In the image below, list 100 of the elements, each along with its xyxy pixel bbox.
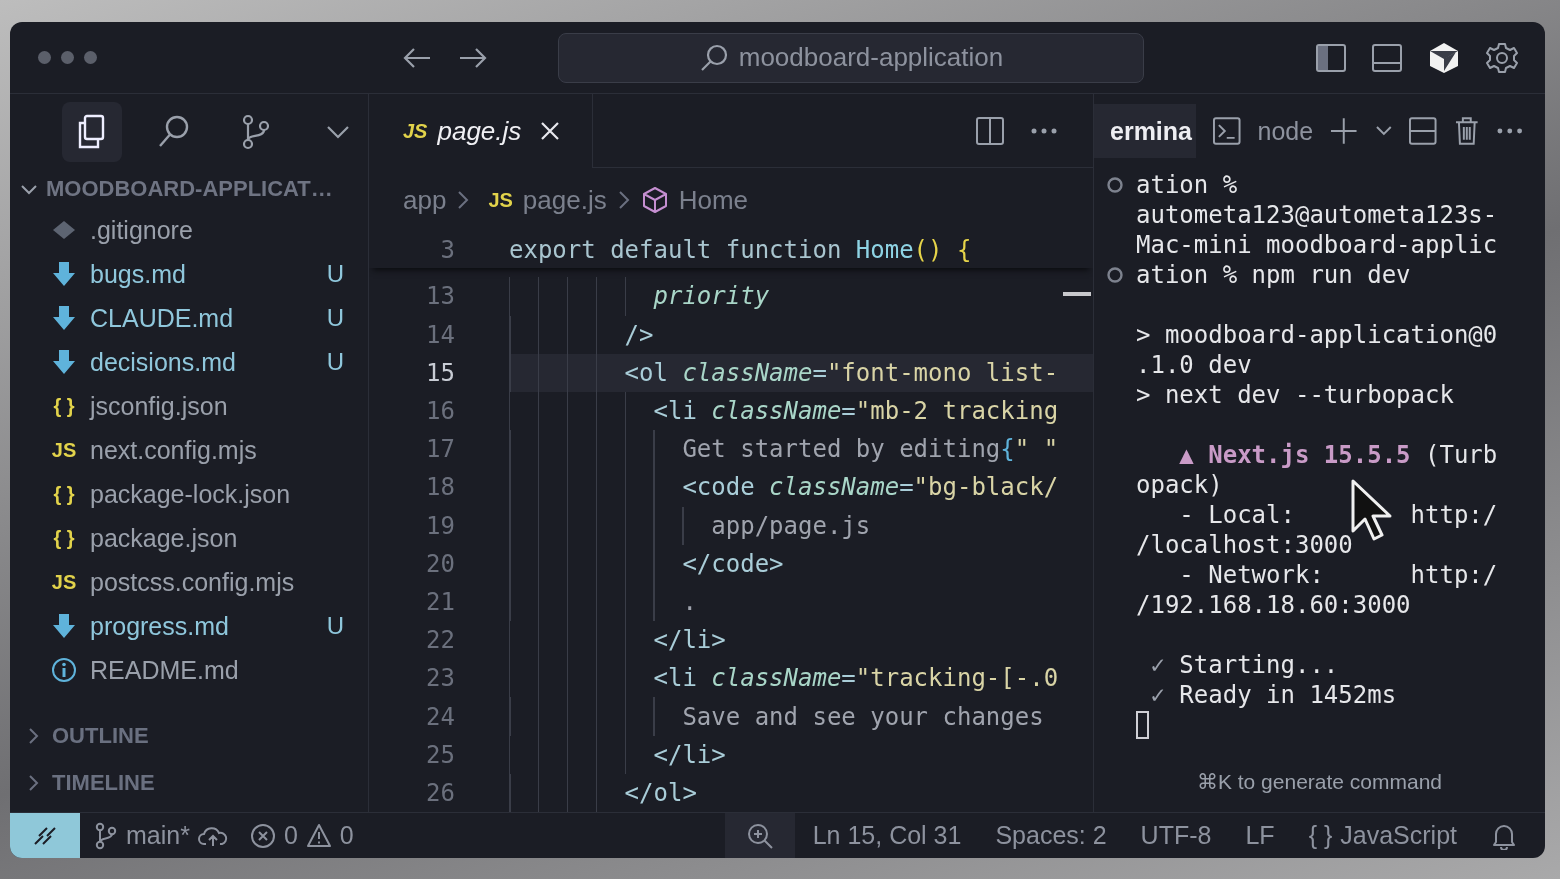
window-control[interactable] <box>38 51 51 64</box>
code-line: /> <box>623 320 654 349</box>
shell-name[interactable]: node <box>1257 116 1314 146</box>
warning-count[interactable]: 0 <box>339 821 354 850</box>
line-number: 17 <box>425 435 455 464</box>
terminal-line: - Local: http:/ <box>1178 501 1498 529</box>
error-count[interactable]: 0 <box>283 821 298 850</box>
window-control[interactable] <box>84 51 97 64</box>
file-type-icon: { } <box>50 482 78 506</box>
more-icon[interactable] <box>1495 126 1525 136</box>
file-item[interactable]: { } package-lock.json <box>10 472 368 516</box>
panel-toggle-icon[interactable] <box>1371 42 1403 73</box>
line-number: 24 <box>425 702 455 731</box>
file-item[interactable]: CLAUDE.md U <box>10 296 368 340</box>
terminal-line: > moodboard-application@0 <box>1136 321 1498 349</box>
line-number: 18 <box>425 473 455 502</box>
terminal-line: > next dev --turbopack <box>1136 381 1454 409</box>
plus-icon[interactable] <box>1329 116 1359 146</box>
file-type-icon: JS <box>488 188 513 212</box>
terminal-icon <box>1212 116 1242 146</box>
caret-icon[interactable] <box>1374 125 1393 137</box>
split-editor-icon[interactable] <box>975 115 1005 146</box>
file-item[interactable]: JS next.config.mjs <box>10 428 368 472</box>
section-header[interactable]: OUTLINE <box>10 712 368 759</box>
code-line: export default function Home() { <box>509 236 972 265</box>
search-field[interactable]: moodboard-application <box>558 32 1144 83</box>
arrow-down-icon <box>50 613 78 639</box>
file-item[interactable]: .gitignore <box>10 208 368 252</box>
file-item[interactable]: progress.md U <box>10 604 368 648</box>
branch-name[interactable]: main* <box>126 821 190 850</box>
file-item[interactable]: { } jsconfig.json <box>10 384 368 428</box>
cube-icon <box>640 186 669 214</box>
code-line: . <box>681 587 697 616</box>
language-icon: { } <box>1308 821 1333 850</box>
branch-icon <box>94 821 118 850</box>
split-terminal-icon[interactable] <box>1408 116 1438 146</box>
language-mode[interactable]: JavaScript <box>1340 821 1457 850</box>
breadcrumb[interactable]: app <box>403 184 447 216</box>
terminal-line: autometa123@autometa123s- <box>1136 201 1498 229</box>
file-item[interactable]: bugs.md U <box>10 252 368 296</box>
file-type-icon: { } <box>50 526 78 550</box>
line-number: 26 <box>425 778 455 807</box>
code-line: </ol> <box>623 778 697 807</box>
code-line: <code className="bg-black/ <box>681 473 1059 502</box>
error-icon <box>249 822 276 849</box>
line-number: 21 <box>425 587 455 616</box>
terminal-line: ▲ Next.js 15.5.5 (Turb <box>1178 441 1498 469</box>
close-icon[interactable] <box>539 120 562 142</box>
code-line: priority <box>652 282 770 311</box>
file-item[interactable]: README.md <box>10 648 368 692</box>
breadcrumb[interactable]: Home <box>678 184 749 216</box>
arrow-down-icon <box>50 349 78 375</box>
explorer-header[interactable]: MOODBOARD-APPLICAT… <box>10 170 368 208</box>
code-line: app/page.js <box>710 511 871 540</box>
remote-button[interactable] <box>10 813 80 858</box>
zoom-in-icon <box>745 821 774 850</box>
indentation[interactable]: Spaces: 2 <box>995 821 1107 850</box>
cursor-position[interactable]: Ln 15, Col 31 <box>812 821 962 850</box>
zoom-button[interactable] <box>724 813 795 858</box>
section-header[interactable]: TIMELINE <box>10 759 368 806</box>
line-number: 22 <box>425 626 455 655</box>
line-number: 3 <box>439 236 455 265</box>
hint-text: ⌘K to generate command <box>1195 770 1444 795</box>
line-number: 23 <box>425 664 455 693</box>
line-number: 14 <box>425 320 455 349</box>
code-line: <ol className="font-mono list- <box>623 358 1059 387</box>
code-line: </code> <box>681 549 784 578</box>
breadcrumb[interactable]: page.js <box>522 184 607 216</box>
file-item[interactable]: JS postcss.config.mjs <box>10 560 368 604</box>
terminal-line: /192.168.18.60:3000 <box>1136 591 1411 619</box>
arrow-left-icon <box>402 45 432 70</box>
code-line: Save and see your changes <box>681 702 1044 731</box>
trash-icon[interactable] <box>1453 116 1480 146</box>
explorer-tab[interactable] <box>62 102 122 162</box>
window-control[interactable] <box>61 51 74 64</box>
line-number: 13 <box>425 282 455 311</box>
arrow-down-icon <box>50 305 78 331</box>
line-number: 20 <box>425 549 455 578</box>
warning-icon <box>305 822 332 849</box>
cube-icon[interactable] <box>1427 40 1461 75</box>
line-number: 25 <box>425 740 455 769</box>
info-icon <box>50 657 78 683</box>
settings-icon[interactable] <box>1485 40 1519 75</box>
terminal-line: - Network: http:/ <box>1178 561 1498 589</box>
terminal-tab[interactable]: ermina <box>1094 104 1196 158</box>
code-line: </li> <box>652 626 726 655</box>
file-item[interactable]: { } package.json <box>10 516 368 560</box>
file-type-icon: JS <box>50 570 78 594</box>
line-number: 15 <box>425 358 455 387</box>
terminal-line: .1.0 dev <box>1136 351 1252 379</box>
file-type-icon: JS <box>50 438 78 462</box>
line-ending[interactable]: LF <box>1245 821 1275 850</box>
terminal-line: ✓ Starting... <box>1149 651 1339 679</box>
line-number: 16 <box>425 397 455 426</box>
terminal-line: opack) <box>1136 471 1223 499</box>
file-item[interactable]: decisions.md U <box>10 340 368 384</box>
chevron-right-icon <box>616 189 631 211</box>
encoding[interactable]: UTF-8 <box>1140 821 1212 850</box>
sidebar-toggle-icon[interactable] <box>1315 42 1347 73</box>
terminal-line: Mac-mini moodboard-applic <box>1136 231 1498 259</box>
